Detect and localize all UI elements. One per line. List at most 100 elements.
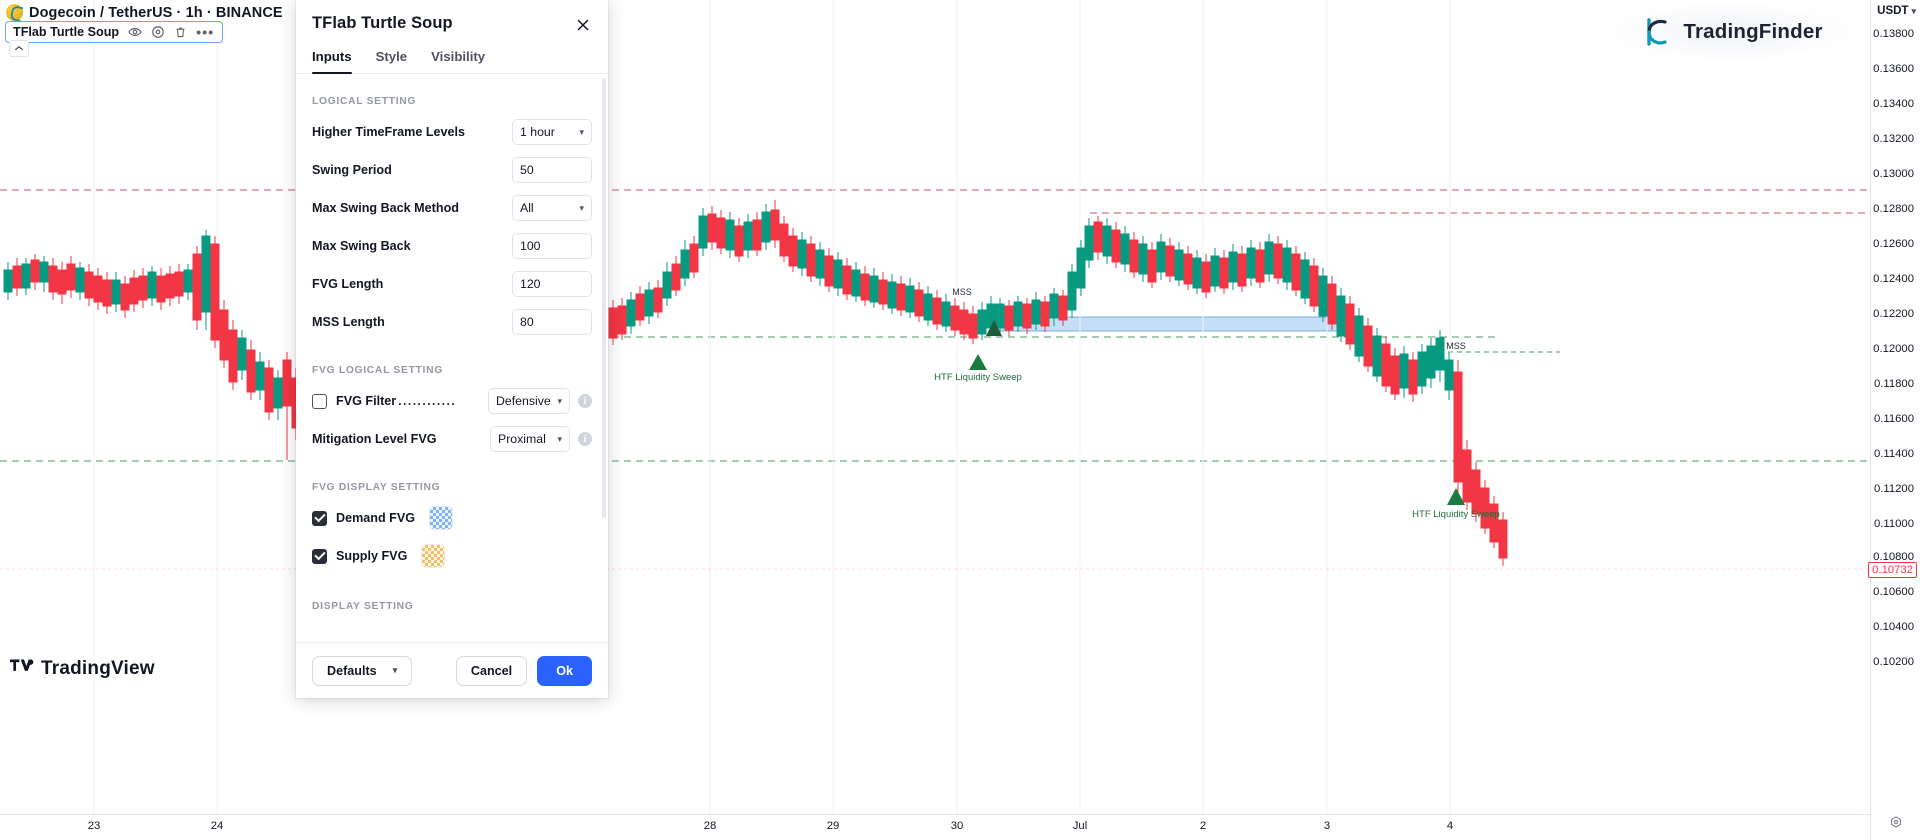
select-value: Proximal — [498, 432, 546, 446]
chevron-down-icon: ▾ — [393, 665, 398, 676]
input-value: 100 — [520, 239, 541, 253]
tradingview-logo-icon — [10, 657, 34, 680]
indicator-settings-dialog: TFlab Turtle Soup Inputs Style Visibilit… — [296, 0, 608, 698]
price-tick: 0.12400 — [1873, 273, 1914, 285]
label-max-swing-back-method: Max Swing Back Method — [312, 201, 512, 215]
price-tick: 0.11200 — [1874, 483, 1914, 495]
select-value: All — [520, 201, 534, 215]
axis-settings-icon[interactable] — [1889, 815, 1903, 834]
row-swing-period: Swing Period 50 — [312, 151, 592, 189]
chart-canvas[interactable]: MSS HTF Liquidity Sweep MSS HTF Liquidit… — [0, 0, 1920, 840]
cancel-button[interactable]: Cancel — [456, 656, 527, 686]
label-supply-fvg: Supply FVG — [336, 549, 407, 563]
row-max-swing-back-method: Max Swing Back Method All ▾ — [312, 189, 592, 227]
input-swing-period[interactable]: 50 — [512, 157, 592, 183]
info-icon[interactable]: i — [578, 394, 592, 408]
select-max-swing-back-method[interactable]: All ▾ — [512, 195, 592, 221]
tradingfinder-logo-icon — [1639, 15, 1673, 49]
dialog-scrollbar[interactable] — [602, 78, 606, 518]
section-title-fvg-display-setting: FVG DISPLAY SETTING — [312, 482, 592, 493]
chevron-up-icon — [14, 45, 24, 52]
input-fvg-length[interactable]: 120 — [512, 271, 592, 297]
color-swatch-demand-fvg[interactable] — [429, 506, 453, 530]
indicator-legend-label[interactable]: TFlab Turtle Soup — [13, 25, 119, 39]
currency-selector[interactable]: USDT ▾ — [1877, 5, 1916, 17]
tab-inputs[interactable]: Inputs — [312, 49, 352, 73]
target-icon[interactable] — [151, 25, 165, 39]
color-swatch-supply-fvg[interactable] — [421, 544, 445, 568]
label-swing-period: Swing Period — [312, 163, 512, 177]
select-higher-timeframe-levels[interactable]: 1 hour ▾ — [512, 119, 592, 145]
price-tick: 0.13000 — [1873, 168, 1914, 180]
close-icon[interactable] — [570, 12, 596, 38]
tradingview-chart-app: MSS HTF Liquidity Sweep MSS HTF Liquidit… — [0, 0, 1920, 840]
input-max-swing-back[interactable]: 100 — [512, 233, 592, 259]
row-mss-length: MSS Length 80 — [312, 303, 592, 341]
more-icon[interactable]: ••• — [196, 28, 214, 36]
label-max-swing-back: Max Swing Back — [312, 239, 512, 253]
price-tick: 0.12600 — [1873, 238, 1914, 250]
chevron-down-icon: ▾ — [579, 203, 584, 214]
tradingfinder-brand-text: TradingFinder — [1683, 20, 1822, 44]
time-tick: 2 — [1200, 820, 1206, 832]
label-fvg-filter-dots: ............ — [398, 394, 456, 408]
time-tick: 28 — [704, 820, 717, 832]
row-fvg-filter: FVG Filter ............ Defensive ▾ i — [312, 382, 592, 420]
time-tick: 29 — [827, 820, 840, 832]
trash-icon[interactable] — [174, 26, 187, 39]
tab-style[interactable]: Style — [376, 49, 408, 73]
chevron-down-icon: ▾ — [579, 127, 584, 138]
input-value: 80 — [520, 315, 534, 329]
chart-annotation-mss-1: MSS — [952, 287, 972, 297]
select-fvg-filter[interactable]: Defensive ▾ — [488, 388, 570, 414]
dialog-tabs[interactable]: Inputs Style Visibility — [296, 49, 608, 74]
collapse-legend-button[interactable] — [9, 40, 29, 57]
symbol-title[interactable]: Dogecoin / TetherUS · 1h · BINANCE — [29, 5, 283, 21]
row-fvg-length: FVG Length 120 — [312, 265, 592, 303]
time-tick: 24 — [211, 820, 224, 832]
price-tick: 0.11600 — [1874, 413, 1914, 425]
currency-label: USDT — [1877, 5, 1908, 17]
dialog-footer: Defaults ▾ Cancel Ok — [296, 642, 608, 698]
row-demand-fvg: Demand FVG — [312, 499, 592, 537]
info-icon[interactable]: i — [578, 432, 592, 446]
defaults-button[interactable]: Defaults ▾ — [312, 656, 412, 686]
price-tick: 0.13200 — [1873, 133, 1914, 145]
ok-button[interactable]: Ok — [537, 656, 592, 686]
dialog-body[interactable]: LOGICAL SETTING Higher TimeFrame Levels … — [296, 74, 608, 642]
tab-visibility[interactable]: Visibility — [431, 49, 485, 73]
dialog-header: TFlab Turtle Soup — [296, 0, 608, 33]
price-tick: 0.11800 — [1874, 378, 1914, 390]
price-tick: 0.11000 — [1874, 518, 1914, 530]
price-tick: 0.12000 — [1873, 343, 1914, 355]
input-value: 50 — [520, 163, 534, 177]
select-value: Defensive — [496, 394, 551, 408]
row-max-swing-back: Max Swing Back 100 — [312, 227, 592, 265]
time-axis[interactable]: 23 24 28 29 30 Jul 2 3 4 — [0, 814, 1870, 840]
chart-annotation-mss-2: MSS — [1446, 341, 1466, 351]
dialog-title: TFlab Turtle Soup — [312, 14, 592, 33]
indicator-legend[interactable]: TFlab Turtle Soup ••• — [5, 21, 223, 43]
price-tick: 0.12200 — [1873, 308, 1914, 320]
price-tick: 0.12800 — [1873, 203, 1914, 215]
label-fvg-filter: FVG Filter ............ — [336, 394, 488, 408]
eye-icon[interactable] — [128, 25, 142, 39]
time-tick: 23 — [88, 820, 101, 832]
tradingview-logo[interactable]: TradingView — [10, 657, 155, 680]
checkbox-supply-fvg[interactable] — [312, 549, 327, 564]
input-value: 120 — [520, 277, 541, 291]
price-tick: 0.13400 — [1873, 98, 1914, 110]
time-tick: 3 — [1324, 820, 1330, 832]
select-mitigation-level-fvg[interactable]: Proximal ▾ — [490, 426, 570, 452]
input-mss-length[interactable]: 80 — [512, 309, 592, 335]
time-tick: Jul — [1073, 820, 1087, 832]
price-tick: 0.13600 — [1873, 63, 1914, 75]
checkbox-demand-fvg[interactable] — [312, 511, 327, 526]
price-axis[interactable]: USDT ▾ 0.13800 0.13600 0.13400 0.13200 0… — [1870, 0, 1920, 840]
tradingview-logo-text: TradingView — [41, 658, 155, 680]
price-tick: 0.10400 — [1873, 621, 1914, 633]
price-tick: 0.10200 — [1873, 656, 1914, 668]
chevron-down-icon: ▾ — [557, 396, 562, 407]
label-mss-length: MSS Length — [312, 315, 512, 329]
checkbox-fvg-filter[interactable] — [312, 394, 327, 409]
